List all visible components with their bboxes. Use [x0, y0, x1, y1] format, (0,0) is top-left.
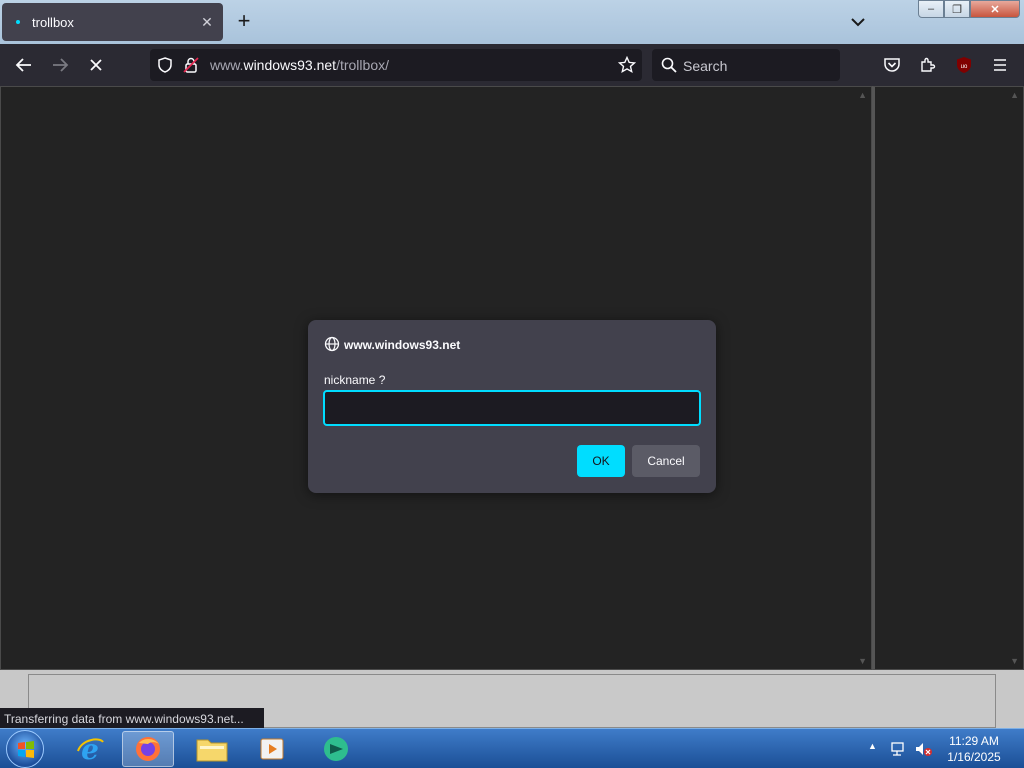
svg-text:e: e [81, 733, 99, 765]
svg-text:uo: uo [961, 64, 968, 70]
new-tab-button[interactable]: + [232, 10, 256, 34]
list-all-tabs-button[interactable] [846, 10, 870, 34]
taskbar: e ▲ 11:29 AM 1/16/2025 [0, 728, 1024, 768]
app-icon [324, 737, 348, 761]
pocket-button[interactable] [878, 51, 906, 79]
status-panel: Transferring data from www.windows93.net… [0, 708, 264, 730]
tracking-shield-icon[interactable] [156, 56, 174, 74]
back-arrow-icon [15, 58, 31, 72]
loading-dot-icon [16, 20, 20, 24]
cancel-button[interactable]: Cancel [632, 445, 700, 477]
taskbar-internet-explorer[interactable]: e [64, 731, 116, 767]
scroll-down-icon[interactable]: ▼ [858, 656, 867, 666]
internet-explorer-icon: e [77, 733, 104, 765]
media-player-icon [260, 738, 284, 760]
puzzle-icon [921, 57, 936, 72]
menu-button[interactable] [986, 51, 1014, 79]
tab-title: trollbox [32, 14, 74, 30]
show-hidden-icons[interactable]: ▲ [868, 741, 877, 751]
start-button[interactable] [6, 730, 44, 768]
tab-close-icon[interactable]: ✕ [195, 14, 219, 31]
scroll-up-icon[interactable]: ▲ [858, 90, 867, 100]
nickname-input[interactable] [323, 390, 701, 426]
url-path: /trollbox/ [336, 57, 389, 73]
search-icon [661, 57, 677, 73]
url-text[interactable]: www.windows93.net/trollbox/ [210, 57, 389, 73]
volume-muted-icon[interactable] [914, 740, 934, 758]
prompt-dialog: www.windows93.net nickname ? OK Cancel [308, 320, 716, 493]
dialog-origin: www.windows93.net [344, 338, 461, 352]
side-scroll-up-icon[interactable]: ▲ [1010, 90, 1019, 100]
extensions-button[interactable] [914, 51, 942, 79]
search-bar[interactable]: Search [652, 49, 840, 81]
windows-logo-icon [18, 741, 34, 758]
taskbar-media-player[interactable] [246, 731, 298, 767]
forward-button[interactable] [46, 51, 74, 79]
window-controls: – ❐ ✕ [918, 0, 1020, 18]
chevron-down-icon [851, 18, 865, 27]
taskbar-file-explorer[interactable] [186, 731, 238, 767]
file-explorer-icon [196, 739, 228, 762]
globe-icon [324, 336, 340, 352]
clock-date: 1/16/2025 [947, 750, 1001, 764]
network-icon[interactable] [890, 740, 908, 758]
url-prefix: www. [210, 57, 244, 73]
dialog-message: nickname ? [324, 373, 386, 387]
tab-trollbox[interactable]: trollbox ✕ [2, 3, 223, 41]
taskbar-app[interactable] [310, 731, 362, 767]
maximize-button[interactable]: ❐ [944, 0, 970, 18]
url-domain: windows93.net [243, 57, 337, 73]
close-window-button[interactable]: ✕ [970, 0, 1020, 18]
ublock-button[interactable]: uo [950, 51, 978, 79]
ublock-origin-icon: uo [957, 57, 971, 73]
hamburger-menu-icon [994, 59, 1006, 71]
stop-button[interactable] [82, 51, 110, 79]
insecure-lock-icon[interactable] [182, 56, 200, 74]
side-scroll-down-icon[interactable]: ▼ [1010, 656, 1019, 666]
pocket-icon [884, 58, 900, 72]
ok-button[interactable]: OK [577, 445, 625, 477]
url-bar[interactable]: www.windows93.net/trollbox/ [150, 49, 642, 81]
tab-strip: trollbox ✕ + – ❐ ✕ [0, 0, 1024, 44]
navigation-toolbar: www.windows93.net/trollbox/ Search uo [0, 44, 1024, 86]
minimize-button[interactable]: – [918, 0, 944, 18]
system-clock[interactable]: 11:29 AM 1/16/2025 [944, 733, 1004, 765]
taskbar-firefox[interactable] [122, 731, 174, 767]
search-placeholder: Search [683, 58, 728, 74]
side-panel: ▲ ▼ [872, 86, 1024, 670]
back-button[interactable] [10, 51, 38, 79]
stop-icon [90, 59, 102, 71]
firefox-icon [136, 737, 160, 761]
forward-arrow-icon [53, 58, 69, 72]
bookmark-star-icon[interactable] [618, 56, 636, 74]
clock-time: 11:29 AM [949, 734, 999, 748]
